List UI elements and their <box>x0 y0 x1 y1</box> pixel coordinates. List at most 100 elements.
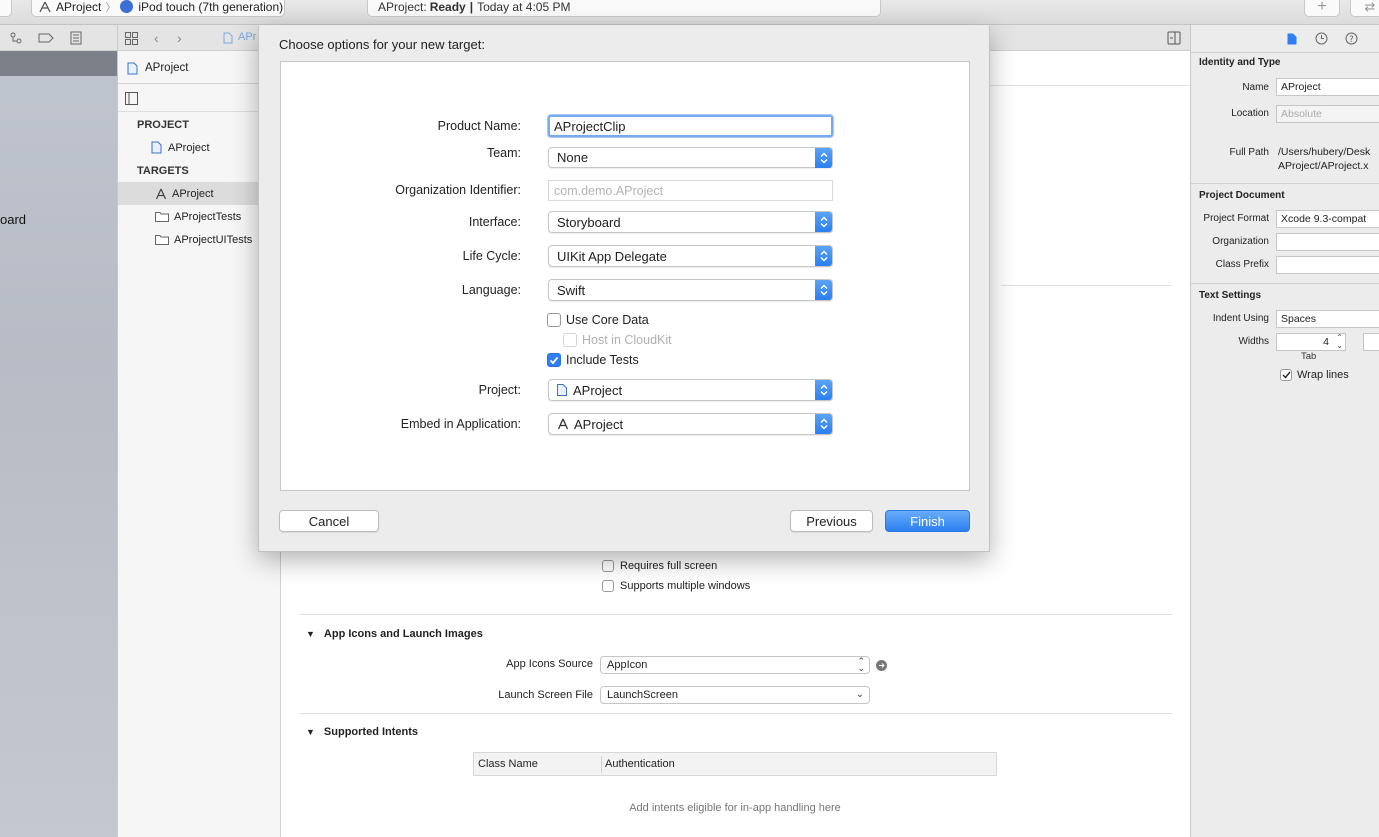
app-target-icon <box>557 418 569 430</box>
embed-popup[interactable]: AProject <box>548 413 833 435</box>
file-inspector: ? Identity and Type Name AProject Locati… <box>1190 25 1379 837</box>
requires-full-screen-row[interactable]: Requires full screen <box>602 560 717 572</box>
use-core-data-checkbox[interactable] <box>547 313 561 327</box>
status-time: Today at 4:05 PM <box>477 0 571 14</box>
scheme-selector[interactable]: AProject 〉 iPod touch (7th generation) <box>31 0 285 17</box>
wrap-lines-checkbox[interactable] <box>1280 369 1292 381</box>
org-id-input[interactable]: com.demo.AProject <box>548 180 833 201</box>
location-label: Location <box>1231 108 1269 119</box>
life-cycle-label: Life Cycle: <box>462 249 521 263</box>
sidebar-toggle-icon[interactable] <box>125 92 138 105</box>
use-core-data-label[interactable]: Use Core Data <box>566 313 649 327</box>
project-navigator: ‹ › APr AProject PROJECT AProject TARGET… <box>117 25 1191 837</box>
launch-screen-combobox[interactable]: LaunchScreen ⌄ <box>600 686 870 704</box>
updown-chevron-icon <box>815 212 832 232</box>
intents-table[interactable]: Class Name Authentication Add intents el… <box>473 752 997 837</box>
tab-width-field[interactable]: 4 ⌃ ⌄ <box>1276 333 1346 351</box>
tab-width-value: 4 <box>1323 336 1329 348</box>
project-file-icon <box>557 384 567 396</box>
name-label: Name <box>1242 82 1269 93</box>
indent-width-field[interactable] <box>1363 333 1379 351</box>
location-popup[interactable]: Absolute <box>1276 105 1379 123</box>
intents-section-header[interactable]: ▼ Supported Intents <box>306 726 418 738</box>
arrows-icon: ⇄ <box>1364 0 1376 14</box>
embed-label: Embed in Application: <box>400 417 521 431</box>
go-arrow-icon[interactable] <box>876 660 887 671</box>
finish-button[interactable]: Finish <box>885 510 970 532</box>
project-format-label: Project Format <box>1203 213 1269 224</box>
product-name-input[interactable]: AProjectClip <box>548 115 833 137</box>
inspector-toggle-icon[interactable] <box>1167 31 1181 45</box>
language-label: Language: <box>461 283 521 297</box>
wrap-lines-row[interactable]: Wrap lines <box>1280 369 1349 381</box>
interface-popup[interactable]: Storyboard <box>548 211 833 233</box>
project-header: PROJECT <box>137 118 189 131</box>
editor-tab-file-icon <box>223 32 233 44</box>
updown-chevron-icon <box>815 246 832 266</box>
window-toolbar: AProject 〉 iPod touch (7th generation) A… <box>0 0 1379 25</box>
history-inspector-icon[interactable] <box>1315 32 1328 45</box>
intents-table-header: Class Name Authentication <box>473 752 997 776</box>
cancel-button[interactable]: Cancel <box>279 510 379 532</box>
app-target-icon <box>155 188 167 200</box>
interface-label: Interface: <box>468 215 521 229</box>
stepper-icon: ⌃ ⌄ <box>1336 333 1343 350</box>
status-project: AProject: <box>378 0 427 14</box>
class-prefix-field[interactable] <box>1276 256 1379 274</box>
tab-caption: Tab <box>1301 351 1317 362</box>
target-item-aproject[interactable]: AProject <box>118 182 281 205</box>
column-authentication[interactable]: Authentication <box>605 758 675 770</box>
indent-using-popup[interactable]: Spaces <box>1276 310 1379 328</box>
updown-chevron-icon <box>815 380 832 400</box>
language-popup[interactable]: Swift <box>548 279 833 301</box>
review-button[interactable]: ⇄ <box>1350 0 1379 17</box>
requires-full-screen-checkbox[interactable] <box>602 560 614 572</box>
column-class-name[interactable]: Class Name <box>478 758 538 770</box>
updown-chevron-icon <box>815 148 832 168</box>
organization-label: Organization <box>1212 236 1269 247</box>
host-in-cloudkit-checkbox[interactable] <box>563 333 577 347</box>
breakpoint-icon[interactable] <box>38 33 54 43</box>
grid-icon[interactable] <box>125 32 138 45</box>
project-popup[interactable]: AProject <box>548 379 833 401</box>
stop-button[interactable] <box>0 0 12 17</box>
source-control-icon[interactable] <box>9 31 23 45</box>
app-icons-section-header[interactable]: ▼ App Icons and Launch Images <box>306 628 483 640</box>
updown-chevron-icon <box>815 280 832 300</box>
team-popup[interactable]: None <box>548 147 833 168</box>
project-format-popup[interactable]: Xcode 9.3-compat <box>1276 210 1379 228</box>
life-cycle-popup[interactable]: UIKit App Delegate <box>548 245 833 267</box>
chevron-down-icon: ⌄ <box>855 689 864 700</box>
back-chevron-icon[interactable]: ‹ <box>154 30 159 46</box>
library-button[interactable]: + <box>1304 0 1340 17</box>
organization-field[interactable] <box>1276 233 1379 251</box>
app-target-icon <box>38 1 52 13</box>
report-icon[interactable] <box>70 31 82 45</box>
device-name: iPod touch (7th generation) <box>138 0 284 14</box>
target-label: AProjectUITests <box>174 233 253 246</box>
help-inspector-icon[interactable]: ? <box>1345 32 1358 45</box>
scheme-name: AProject <box>56 0 102 14</box>
project-document-header: Project Document <box>1199 190 1285 201</box>
app-icons-source-label: App Icons Source <box>506 658 593 670</box>
sheet-title: Choose options for your new target: <box>279 37 485 52</box>
name-field[interactable]: AProject <box>1276 78 1379 96</box>
multiple-windows-checkbox[interactable] <box>602 580 614 592</box>
device-icon <box>120 0 134 13</box>
app-icons-source-popup[interactable]: AppIcon ⌃ ⌄ <box>600 656 870 674</box>
include-tests-label[interactable]: Include Tests <box>566 353 639 367</box>
folder-icon <box>155 211 169 222</box>
include-tests-checkbox[interactable] <box>547 353 561 367</box>
file-inspector-icon[interactable] <box>1287 33 1297 45</box>
editor-tab-label[interactable]: APr <box>238 31 256 43</box>
desktop-label: oard <box>0 212 27 227</box>
interface-value: Storyboard <box>557 214 621 230</box>
status-state: Ready <box>429 0 466 14</box>
target-label: AProject <box>172 187 214 200</box>
embed-value: AProject <box>574 416 624 432</box>
forward-chevron-icon[interactable]: › <box>177 30 182 46</box>
new-target-sheet: Choose options for your new target: Prod… <box>258 25 990 552</box>
previous-button[interactable]: Previous <box>790 510 873 532</box>
multiple-windows-row[interactable]: Supports multiple windows <box>602 580 750 592</box>
indent-using-label: Indent Using <box>1212 313 1269 324</box>
